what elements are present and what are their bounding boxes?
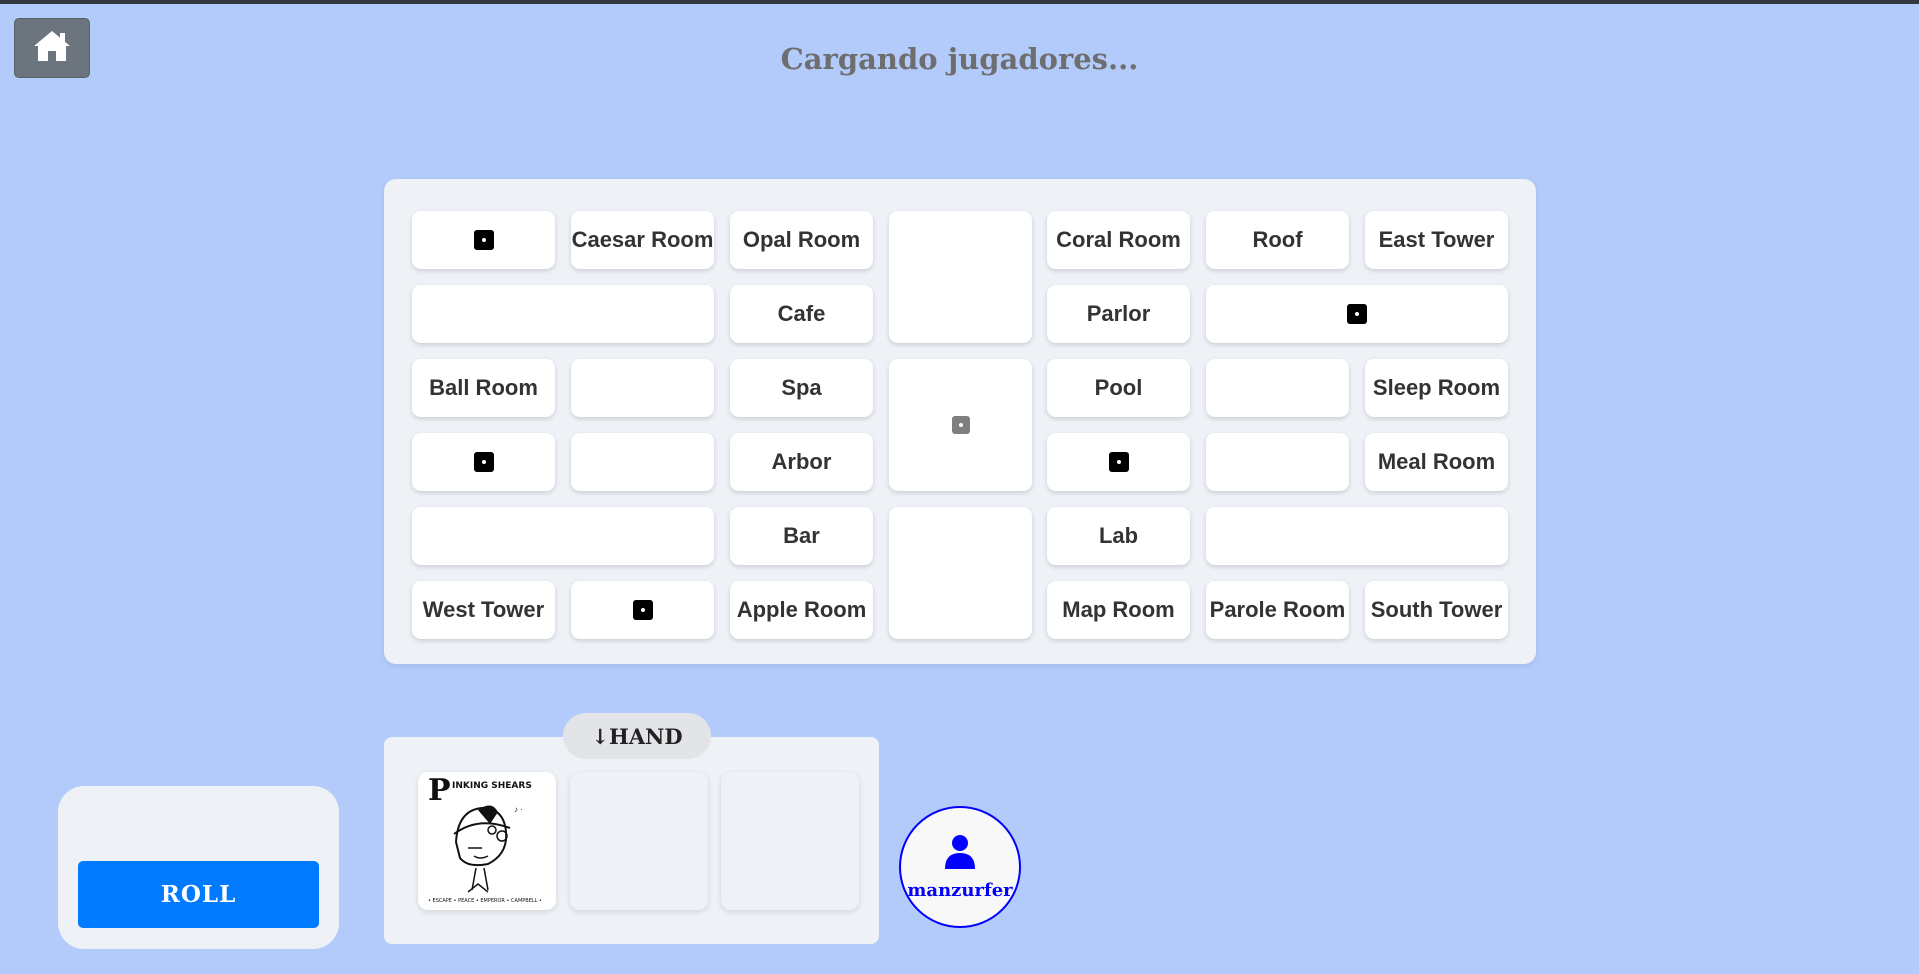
room-arbor[interactable]: Arbor [730, 433, 873, 491]
dice-one-icon [1108, 452, 1129, 472]
hallway-cell[interactable] [571, 359, 714, 417]
room-opal[interactable]: Opal Room [730, 211, 873, 269]
dice-one-icon [473, 452, 494, 472]
room-roof[interactable]: Roof [1206, 211, 1349, 269]
room-east-tower[interactable]: East Tower [1365, 211, 1508, 269]
room-parole[interactable]: Parole Room [1206, 581, 1349, 639]
room-map[interactable]: Map Room [1047, 581, 1190, 639]
room-parlor[interactable]: Parlor [1047, 285, 1190, 343]
room-pool[interactable]: Pool [1047, 359, 1190, 417]
player-token[interactable]: manzurfer [899, 806, 1021, 928]
status-title: Cargando jugadores... [780, 42, 1139, 76]
user-icon [943, 833, 977, 874]
hallway-cell[interactable] [1206, 507, 1508, 565]
center-cell[interactable] [889, 359, 1032, 491]
dice-one-icon [951, 416, 970, 434]
hand-toggle[interactable]: ↓HAND [563, 713, 711, 759]
secret-passage-cell[interactable] [1047, 433, 1190, 491]
dice-one-icon [632, 600, 653, 620]
hand-card[interactable]: P INKING SHEARS ♪ · • ESCAPE • PEACE • E… [418, 772, 556, 910]
svg-text:P: P [428, 773, 451, 808]
room-lab[interactable]: Lab [1047, 507, 1190, 565]
secret-passage-cell[interactable] [412, 211, 555, 269]
roll-button[interactable]: ROLL [78, 861, 319, 928]
room-meal[interactable]: Meal Room [1365, 433, 1508, 491]
room-south-tower[interactable]: South Tower [1365, 581, 1508, 639]
room-cafe[interactable]: Cafe [730, 285, 873, 343]
hallway-cell[interactable] [889, 211, 1032, 343]
pinking-shears-card-art: P INKING SHEARS ♪ · • ESCAPE • PEACE • E… [428, 773, 542, 904]
hallway-cell[interactable] [571, 433, 714, 491]
svg-text:• ESCAPE • PEACE • EMPEROR • C: • ESCAPE • PEACE • EMPEROR • CAMPBELL • [428, 898, 542, 904]
room-west-tower[interactable]: West Tower [412, 581, 555, 639]
hand-card-empty[interactable] [721, 772, 859, 910]
secret-passage-cell[interactable] [412, 433, 555, 491]
svg-text:INKING SHEARS: INKING SHEARS [452, 781, 532, 791]
secret-passage-cell[interactable] [1206, 285, 1508, 343]
room-sleep[interactable]: Sleep Room [1365, 359, 1508, 417]
player-name: manzurfer [907, 880, 1013, 901]
room-coral[interactable]: Coral Room [1047, 211, 1190, 269]
dice-one-icon [1347, 304, 1367, 324]
room-apple[interactable]: Apple Room [730, 581, 873, 639]
room-bar[interactable]: Bar [730, 507, 873, 565]
hallway-cell[interactable] [412, 285, 714, 343]
room-ball[interactable]: Ball Room [412, 359, 555, 417]
secret-passage-cell[interactable] [571, 581, 714, 639]
roll-panel: ROLL [58, 786, 339, 949]
game-board: Caesar Room Opal Room Coral Room Roof Ea… [384, 179, 1536, 664]
hand-card-empty[interactable] [570, 772, 708, 910]
hallway-cell[interactable] [412, 507, 714, 565]
dice-one-icon [473, 230, 494, 250]
hallway-cell[interactable] [1206, 433, 1349, 491]
svg-text:♪ ·: ♪ · [514, 805, 523, 814]
hallway-cell[interactable] [1206, 359, 1349, 417]
hallway-cell[interactable] [889, 507, 1032, 639]
room-caesar[interactable]: Caesar Room [571, 211, 714, 269]
room-spa[interactable]: Spa [730, 359, 873, 417]
